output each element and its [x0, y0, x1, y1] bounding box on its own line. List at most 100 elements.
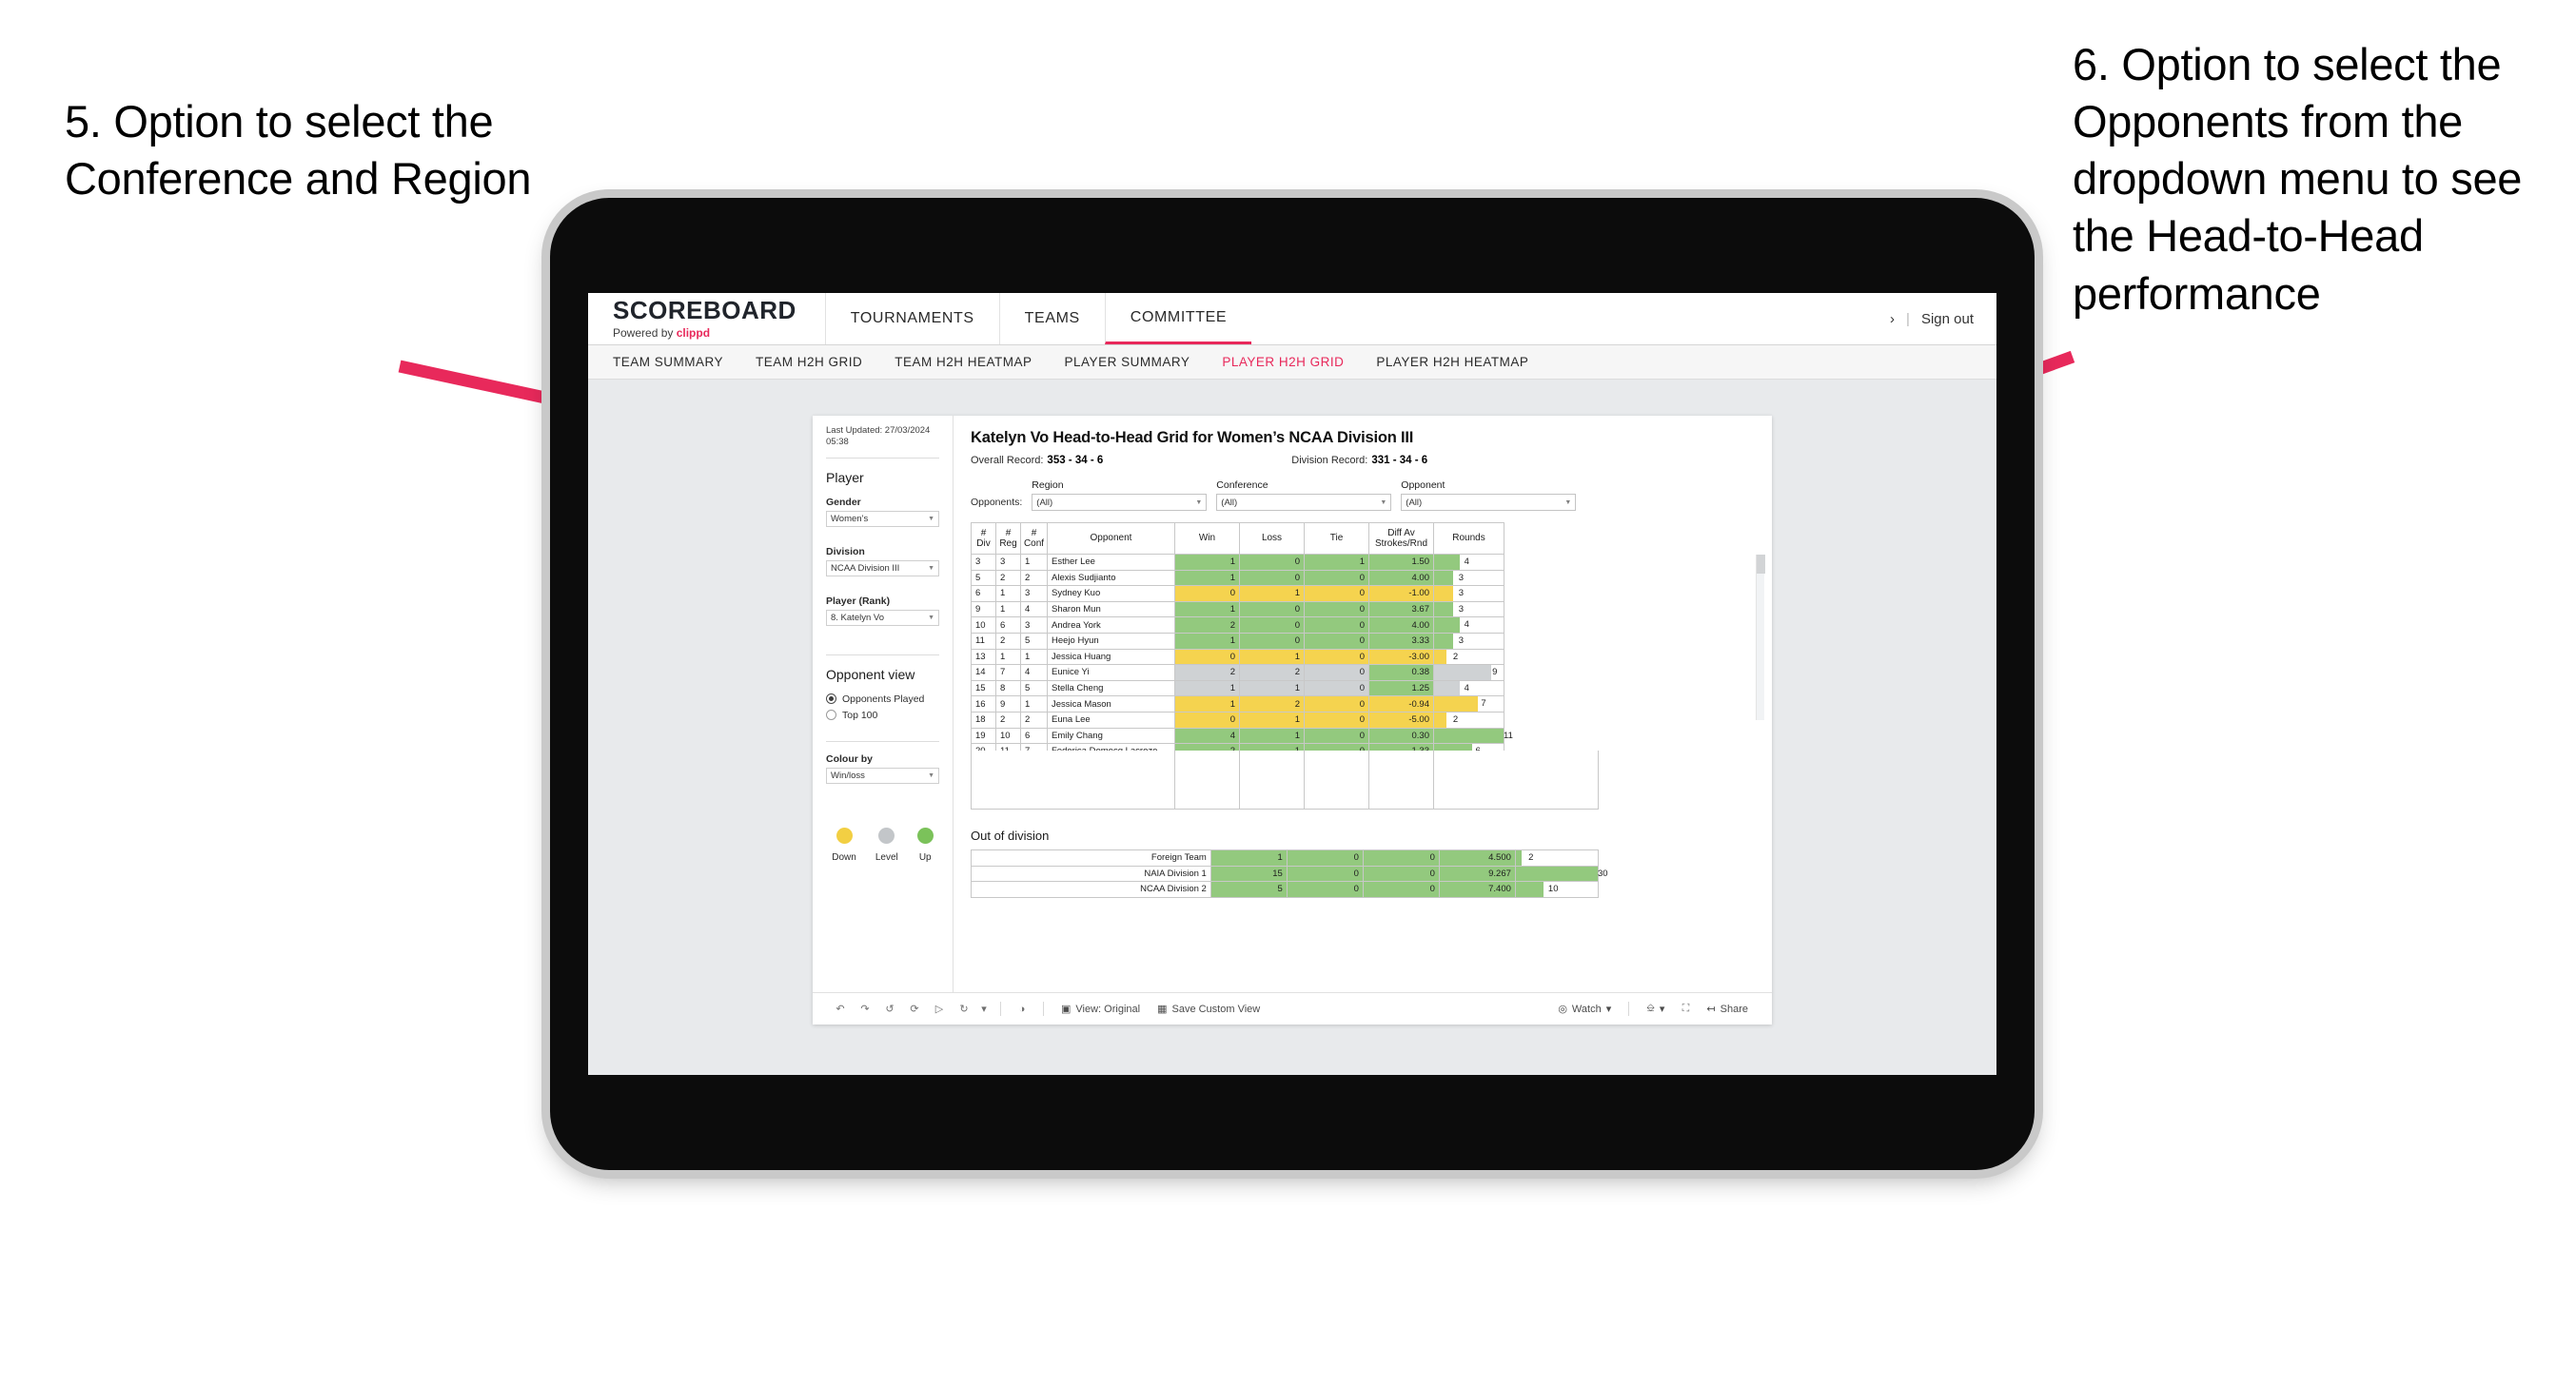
- pause-updates-icon[interactable]: ▷: [927, 997, 952, 1022]
- subnav-item-team-h2h-grid[interactable]: TEAM H2H GRID: [756, 355, 862, 369]
- cell-ood-name[interactable]: Foreign Team: [971, 849, 1211, 867]
- cell-num[interactable]: 2: [1020, 711, 1048, 729]
- cell-rounds-bar[interactable]: 4: [1433, 554, 1504, 571]
- cell-val[interactable]: 15: [1209, 865, 1288, 883]
- cell-num[interactable]: 3: [995, 554, 1021, 571]
- cell-val[interactable]: 0: [1362, 881, 1440, 898]
- alerts-icon[interactable]: ◑: [1010, 997, 1034, 1022]
- cell-val[interactable]: 4.00: [1368, 616, 1434, 634]
- cell-val[interactable]: -0.94: [1368, 695, 1434, 713]
- cell-num[interactable]: 5: [971, 569, 996, 587]
- cell-val[interactable]: 0: [1239, 569, 1305, 587]
- cell-rounds-bar[interactable]: 4: [1433, 679, 1504, 697]
- share-button[interactable]: ↤ Share: [1698, 1003, 1757, 1016]
- cell-val[interactable]: 1.33: [1368, 743, 1434, 751]
- undo-icon[interactable]: ↶: [828, 997, 853, 1022]
- subnav-item-player-h2h-heatmap[interactable]: PLAYER H2H HEATMAP: [1376, 355, 1528, 369]
- cell-val[interactable]: -1.00: [1368, 585, 1434, 602]
- region-select[interactable]: (All) ▼: [1032, 494, 1208, 511]
- cell-val[interactable]: 7.400: [1438, 881, 1516, 898]
- cell-num[interactable]: 7: [1020, 743, 1048, 751]
- cell-val[interactable]: 0: [1304, 585, 1369, 602]
- cell-num[interactable]: 10: [971, 616, 996, 634]
- subnav-item-player-summary[interactable]: PLAYER SUMMARY: [1065, 355, 1190, 369]
- table-row[interactable]: 16 9 1 Jessica Mason 1 2 0 -0.94 7: [971, 695, 1504, 713]
- cell-num[interactable]: 15: [971, 679, 996, 697]
- cell-name[interactable]: Heejo Hyun: [1047, 632, 1175, 650]
- cell-val[interactable]: 0: [1304, 600, 1369, 618]
- cell-name[interactable]: Eunice Yi: [1047, 664, 1175, 681]
- cell-num[interactable]: 16: [971, 695, 996, 713]
- cell-name[interactable]: Jessica Huang: [1047, 648, 1175, 666]
- cell-val[interactable]: 0: [1362, 849, 1440, 867]
- save-custom-view-button[interactable]: ▦ Save Custom View: [1149, 1003, 1268, 1016]
- cell-val[interactable]: 1: [1174, 600, 1240, 618]
- opponent-select[interactable]: (All) ▼: [1401, 494, 1577, 511]
- cell-val[interactable]: 0: [1174, 648, 1240, 666]
- cell-val[interactable]: 0: [1286, 849, 1364, 867]
- table-row[interactable]: 9 1 4 Sharon Mun 1 0 0 3.67 3: [971, 600, 1504, 618]
- cell-num[interactable]: 1: [1020, 695, 1048, 713]
- cell-val[interactable]: 3.33: [1368, 632, 1434, 650]
- cell-val[interactable]: 1: [1174, 632, 1240, 650]
- cell-val[interactable]: 0: [1304, 632, 1369, 650]
- subnav-item-player-h2h-grid[interactable]: PLAYER H2H GRID: [1222, 355, 1344, 369]
- division-select[interactable]: NCAA Division III ▼: [826, 559, 939, 576]
- cell-num[interactable]: 2: [995, 632, 1021, 650]
- cell-val[interactable]: 0: [1174, 711, 1240, 729]
- table-row[interactable]: 3 3 1 Esther Lee 1 0 1 1.50 4: [971, 554, 1504, 571]
- cell-val[interactable]: 1: [1239, 585, 1305, 602]
- download-button[interactable]: ⎒ ▾: [1638, 1003, 1673, 1015]
- cell-num[interactable]: 6: [971, 585, 996, 602]
- cell-num[interactable]: 5: [1020, 632, 1048, 650]
- cell-rounds-bar[interactable]: 2: [1433, 648, 1504, 666]
- cell-val[interactable]: 1: [1174, 554, 1240, 571]
- cell-val[interactable]: 2: [1174, 743, 1240, 751]
- cell-num[interactable]: 3: [971, 554, 996, 571]
- cell-num[interactable]: 14: [971, 664, 996, 681]
- scrollbar-thumb[interactable]: [1757, 555, 1765, 574]
- cell-name[interactable]: Jessica Mason: [1047, 695, 1175, 713]
- cell-num[interactable]: 2: [1020, 569, 1048, 587]
- cell-val[interactable]: 9.267: [1438, 865, 1516, 883]
- cell-val[interactable]: 3.67: [1368, 600, 1434, 618]
- cell-val[interactable]: 0: [1286, 865, 1364, 883]
- cell-val[interactable]: 1.25: [1368, 679, 1434, 697]
- table-row[interactable]: NCAA Division 2 5 0 0 7.400 10: [971, 881, 1600, 898]
- cell-rounds-bar[interactable]: 3: [1433, 600, 1504, 618]
- watch-button[interactable]: ◎ Watch ▾: [1549, 1003, 1620, 1016]
- cell-name[interactable]: Federica Domecq Lacroze: [1047, 743, 1175, 751]
- cell-val[interactable]: 4.500: [1438, 849, 1516, 867]
- col-diff[interactable]: Diff Av Strokes/Rnd: [1368, 522, 1434, 555]
- cell-name[interactable]: Andrea York: [1047, 616, 1175, 634]
- gender-select[interactable]: Women’s ▼: [826, 510, 939, 527]
- cell-val[interactable]: 0: [1286, 881, 1364, 898]
- table-row[interactable]: NAIA Division 1 15 0 0 9.267 30: [971, 865, 1608, 883]
- cell-val[interactable]: 2: [1174, 664, 1240, 681]
- cell-val[interactable]: 0: [1304, 695, 1369, 713]
- cell-val[interactable]: 0: [1239, 600, 1305, 618]
- cell-val[interactable]: 0: [1304, 648, 1369, 666]
- cell-num[interactable]: 1: [1020, 554, 1048, 571]
- cell-name[interactable]: Alexis Sudjianto: [1047, 569, 1175, 587]
- cell-num[interactable]: 5: [1020, 679, 1048, 697]
- cell-val[interactable]: 1: [1239, 648, 1305, 666]
- loop-icon[interactable]: ↻: [952, 997, 976, 1022]
- cell-val[interactable]: 0: [1174, 585, 1240, 602]
- cell-val[interactable]: 1.50: [1368, 554, 1434, 571]
- cell-rounds-bar[interactable]: 9: [1433, 664, 1504, 681]
- cell-val[interactable]: 1: [1209, 849, 1288, 867]
- col-conf[interactable]: # Conf: [1020, 522, 1048, 555]
- radio-top-100[interactable]: Top 100: [826, 710, 939, 721]
- user-chevron-icon[interactable]: ›: [1890, 311, 1895, 327]
- cell-name[interactable]: Stella Cheng: [1047, 679, 1175, 697]
- subnav-item-team-h2h-heatmap[interactable]: TEAM H2H HEATMAP: [895, 355, 1032, 369]
- cell-rounds-bar[interactable]: 7: [1433, 695, 1504, 713]
- table-row[interactable]: 6 1 3 Sydney Kuo 0 1 0 -1.00 3: [971, 585, 1504, 602]
- nav-committee[interactable]: COMMITTEE: [1104, 293, 1252, 344]
- cell-val[interactable]: 2: [1174, 616, 1240, 634]
- cell-val[interactable]: 0: [1304, 569, 1369, 587]
- cell-rounds-bar[interactable]: 3: [1433, 585, 1504, 602]
- cell-name[interactable]: Esther Lee: [1047, 554, 1175, 571]
- cell-val[interactable]: 0.38: [1368, 664, 1434, 681]
